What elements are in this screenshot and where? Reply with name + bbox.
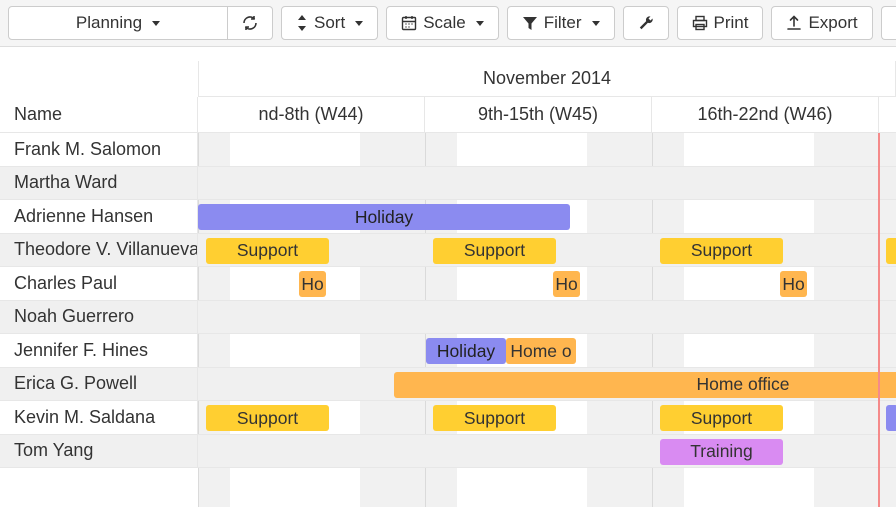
event-bar[interactable]: Support bbox=[206, 238, 329, 264]
caret-down-icon bbox=[476, 21, 484, 26]
caret-down-icon bbox=[355, 21, 363, 26]
resource-name[interactable]: Theodore V. Villanueva bbox=[0, 234, 198, 267]
event-bar[interactable]: Support bbox=[433, 238, 556, 264]
export-button[interactable]: Export bbox=[771, 6, 872, 40]
resource-name[interactable]: Erica G. Powell bbox=[0, 368, 198, 401]
event-bar[interactable]: Support bbox=[433, 405, 556, 431]
event-bar[interactable]: Support bbox=[660, 405, 783, 431]
resource-name[interactable]: Frank M. Salomon bbox=[0, 133, 198, 166]
scale-label: Scale bbox=[423, 13, 466, 33]
event-bar[interactable] bbox=[886, 405, 896, 431]
settings-button[interactable] bbox=[623, 6, 669, 40]
resource-name[interactable]: Tom Yang bbox=[0, 435, 198, 468]
filter-icon bbox=[522, 15, 538, 31]
resource-row: Martha Ward bbox=[0, 167, 896, 201]
print-label: Print bbox=[714, 13, 749, 33]
event-bar[interactable]: Home o bbox=[506, 338, 576, 364]
print-button[interactable]: Print bbox=[677, 6, 764, 40]
event-bar[interactable]: Support bbox=[660, 238, 783, 264]
toolbar: Planning Sort Scale Filter Print Export … bbox=[0, 0, 896, 47]
sort-dropdown[interactable]: Sort bbox=[281, 6, 378, 40]
caret-down-icon bbox=[592, 21, 600, 26]
resource-row: Noah Guerrero bbox=[0, 301, 896, 335]
export-label: Export bbox=[808, 13, 857, 33]
resource-name[interactable]: Jennifer F. Hines bbox=[0, 334, 198, 367]
filter-label: Filter bbox=[544, 13, 582, 33]
event-bar[interactable]: Ho bbox=[553, 271, 580, 297]
resource-row: Frank M. Salomon bbox=[0, 133, 896, 167]
week-header[interactable]: 16th-22nd (W46) bbox=[652, 97, 879, 133]
week-header[interactable]: nd-8th (W44) bbox=[198, 97, 425, 133]
planning-label: Planning bbox=[76, 13, 142, 33]
month-header: November 2014 bbox=[198, 61, 896, 97]
sort-icon bbox=[296, 15, 308, 31]
event-bar[interactable]: Support bbox=[206, 405, 329, 431]
week-header[interactable] bbox=[879, 97, 896, 133]
event-bar[interactable]: Training bbox=[660, 439, 783, 465]
sort-label: Sort bbox=[314, 13, 345, 33]
planning-dropdown[interactable]: Planning bbox=[8, 6, 228, 40]
event-bar[interactable] bbox=[886, 238, 896, 264]
wrench-icon bbox=[638, 15, 654, 31]
refresh-icon bbox=[242, 15, 258, 31]
share-button[interactable]: Share bbox=[881, 6, 896, 40]
refresh-button[interactable] bbox=[228, 6, 273, 40]
name-column-header: Name bbox=[0, 97, 198, 133]
resource-name[interactable]: Charles Paul bbox=[0, 267, 198, 300]
print-icon bbox=[692, 15, 708, 31]
resource-row: Charles Paul bbox=[0, 267, 896, 301]
calendar-icon bbox=[401, 15, 417, 31]
resource-name[interactable]: Adrienne Hansen bbox=[0, 200, 198, 233]
caret-down-icon bbox=[152, 21, 160, 26]
export-icon bbox=[786, 15, 802, 31]
week-header[interactable]: 9th-15th (W45) bbox=[425, 97, 652, 133]
event-bar[interactable]: Ho bbox=[299, 271, 326, 297]
resource-name[interactable]: Kevin M. Saldana bbox=[0, 401, 198, 434]
event-bar[interactable]: Holiday bbox=[426, 338, 506, 364]
resource-name[interactable]: Noah Guerrero bbox=[0, 301, 198, 334]
gantt-grid: November 2014 Name nd-8th (W44) 9th-15th… bbox=[0, 47, 896, 507]
filter-dropdown[interactable]: Filter bbox=[507, 6, 615, 40]
scale-dropdown[interactable]: Scale bbox=[386, 6, 499, 40]
event-bar[interactable]: Home office bbox=[394, 372, 896, 398]
event-bar[interactable]: Ho bbox=[780, 271, 807, 297]
resource-name[interactable]: Martha Ward bbox=[0, 167, 198, 200]
event-bar[interactable]: Holiday bbox=[198, 204, 570, 230]
